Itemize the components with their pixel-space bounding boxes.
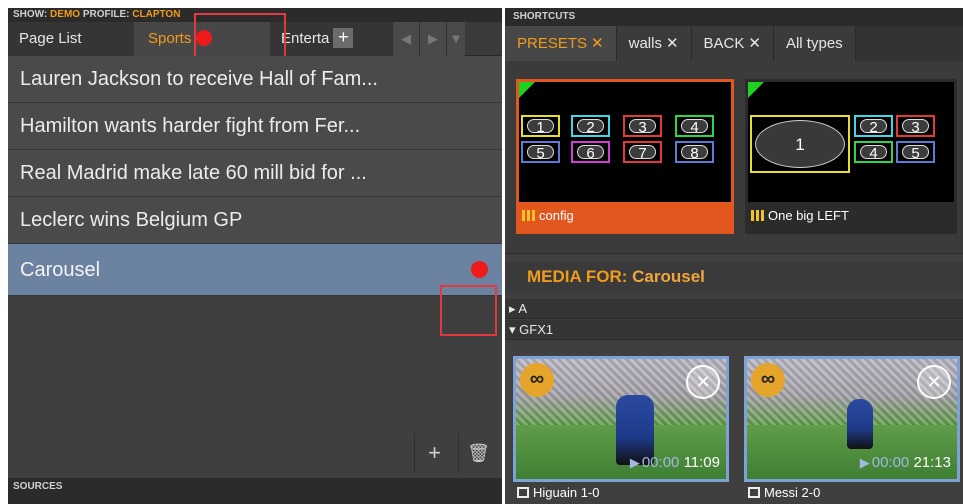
layout-cell: 3 [623, 115, 662, 137]
close-icon[interactable]: ✕ [666, 35, 679, 52]
media-item-messi[interactable]: ∞ ✕ ▶ 00:00 21:13 [744, 356, 960, 482]
layout-cell: 5 [521, 141, 560, 163]
play-icon: ▶ [629, 455, 640, 470]
play-icon: ▶ [859, 455, 870, 470]
film-icon [748, 487, 760, 499]
layout-cell: 4 [854, 141, 893, 163]
sources-header: SOURCES [8, 478, 502, 504]
player-figure [847, 399, 873, 449]
show-label: SHOW: [13, 9, 48, 20]
layout-cell: 1 [521, 115, 560, 137]
preset-config[interactable]: 1 2 3 4 5 6 7 8 config [516, 79, 734, 234]
shortcuts-header: SHORTCUTS [505, 8, 963, 26]
tab-label: Enterta [281, 30, 330, 47]
tab-page-list[interactable]: Page List [8, 22, 134, 56]
media-caption: Higuain 1-0 [513, 482, 733, 504]
tab-label: All types [785, 35, 843, 52]
film-icon [517, 487, 529, 499]
layout-cell: 6 [571, 141, 610, 163]
preset-preview: 1 2 3 4 5 6 7 8 [519, 82, 731, 202]
grid-icon [751, 210, 764, 222]
tab-label: PRESETS [517, 35, 588, 52]
close-icon[interactable]: ✕ [917, 365, 951, 399]
list-item-title: Leclerc wins Belgium GP [20, 209, 243, 231]
media-group-a[interactable]: ▸ A [505, 299, 963, 319]
list-item[interactable]: Real Madrid make late 60 mill bid for ..… [8, 150, 502, 197]
list-item-title: Real Madrid make late 60 mill bid for ..… [20, 162, 367, 184]
list-item[interactable]: Leclerc wins Belgium GP [8, 197, 502, 244]
media-duration: ▶ 00:00 21:13 [859, 454, 951, 471]
show-value: DEMO [50, 9, 81, 20]
live-dot-icon [196, 29, 213, 46]
list-item-selected[interactable]: Carousel [8, 244, 502, 296]
loop-icon[interactable]: ∞ [520, 363, 554, 397]
profile-label: PROFILE: [82, 9, 130, 20]
tab-presets[interactable]: PRESETS ✕ [505, 26, 617, 61]
add-tab-button[interactable]: + [333, 27, 354, 48]
layout-cell: 2 [854, 115, 893, 137]
tab-all-types[interactable]: All types [773, 26, 856, 61]
layout-cell: 1 [750, 115, 850, 173]
triangle-down-icon[interactable]: ▼ [446, 22, 465, 56]
layout-cell: 3 [896, 115, 935, 137]
layout-cell: 5 [896, 141, 935, 163]
list-item-title: Carousel [20, 259, 101, 281]
page-panel: SHOW: DEMO PROFILE: CLAPTON Page List Sp… [8, 8, 502, 504]
preset-preview: 1 2 3 4 5 [748, 82, 954, 202]
media-item-higuain[interactable]: ∞ ✕ ▶ 00:00 11:09 [513, 356, 729, 482]
media-group-gfx1[interactable]: ▾ GFX1 [505, 320, 963, 340]
preset-label: config [516, 204, 734, 234]
live-dot-icon [471, 261, 488, 278]
layout-cell: 4 [675, 115, 714, 137]
triangle-left-icon[interactable]: ◀ [392, 22, 419, 56]
grid-icon [522, 210, 535, 222]
presets-area: 1 2 3 4 5 6 7 8 config 1 2 3 4 5 One big… [505, 61, 963, 254]
page-list: Lauren Jackson to receive Hall of Fam...… [8, 56, 502, 296]
list-item-title: Hamilton wants harder fight from Fer... [20, 115, 361, 137]
list-item[interactable]: Lauren Jackson to receive Hall of Fam... [8, 56, 502, 103]
layout-cell: 2 [571, 115, 610, 137]
preset-one-big-left[interactable]: 1 2 3 4 5 One big LEFT [745, 79, 957, 234]
list-toolbar: + 🗑 [8, 433, 502, 473]
shortcuts-panel: SHORTCUTS PRESETS ✕ walls ✕ BACK ✕ All type… [505, 8, 963, 504]
shortcut-tabs: PRESETS ✕ walls ✕ BACK ✕ All types [505, 26, 963, 61]
tab-label: Page List [19, 30, 82, 47]
media-duration: ▶ 00:00 11:09 [629, 454, 720, 471]
layout-cell: 8 [675, 141, 714, 163]
media-title: MEDIA FOR: Carousel [505, 262, 963, 292]
active-corner-icon [519, 82, 535, 98]
trash-icon[interactable]: 🗑 [458, 433, 498, 473]
tab-label: walls [628, 35, 662, 52]
list-item-title: Lauren Jackson to receive Hall of Fam... [20, 68, 378, 90]
close-icon[interactable]: ✕ [748, 35, 761, 52]
tab-label: BACK [703, 35, 745, 52]
profile-value: CLAPTON [132, 9, 181, 20]
active-corner-icon [748, 82, 764, 98]
loop-icon[interactable]: ∞ [751, 363, 785, 397]
tab-sports[interactable]: Sports [134, 22, 270, 56]
media-caption: Messi 2-0 [744, 482, 963, 504]
close-icon[interactable]: ✕ [591, 35, 604, 52]
preset-label: One big LEFT [745, 204, 957, 234]
tab-walls[interactable]: walls ✕ [616, 26, 692, 61]
layout-cell: 7 [623, 141, 662, 163]
show-profile-bar: SHOW: DEMO PROFILE: CLAPTON [8, 8, 502, 22]
list-item[interactable]: Hamilton wants harder fight from Fer... [8, 103, 502, 150]
page-tabs: Page List Sports Enterta + ◀ ▶ ▼ [8, 22, 502, 56]
tab-label: Sports [148, 30, 192, 47]
plus-icon[interactable]: + [414, 433, 454, 473]
close-icon[interactable]: ✕ [686, 365, 720, 399]
tab-back[interactable]: BACK ✕ [691, 26, 774, 61]
triangle-right-icon[interactable]: ▶ [419, 22, 446, 56]
tab-entertainment[interactable]: Enterta + [270, 22, 392, 56]
